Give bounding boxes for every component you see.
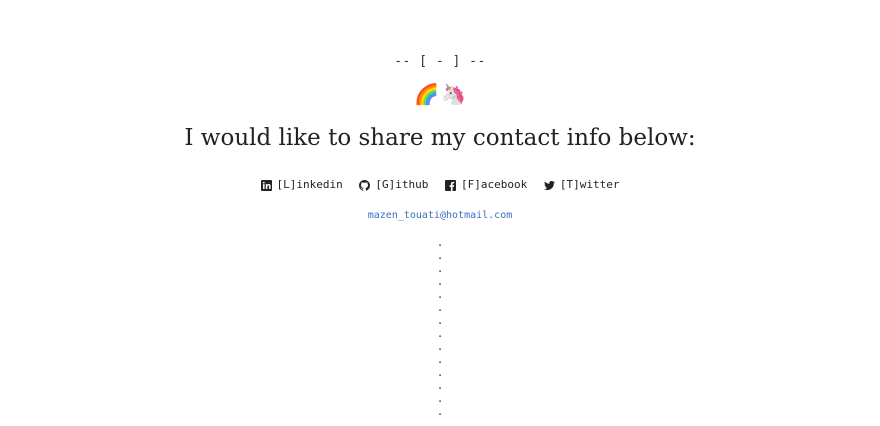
divider-dot: . bbox=[436, 288, 444, 301]
divider-dot: . bbox=[436, 340, 444, 353]
divider-dot: . bbox=[436, 301, 444, 314]
page-headline: I would like to share my contact info be… bbox=[184, 125, 696, 151]
divider-dot: . bbox=[436, 249, 444, 262]
divider-dot: . bbox=[436, 366, 444, 379]
divider-dot: . bbox=[436, 405, 444, 418]
email-link[interactable]: mazen_touati@hotmail.com bbox=[368, 210, 513, 221]
contact-page: -- [ - ] -- 🌈 🦄 I would like to share my … bbox=[0, 0, 880, 426]
linkedin-link[interactable]: [L]inkedin bbox=[260, 176, 343, 194]
facebook-icon bbox=[445, 179, 456, 191]
linkedin-icon bbox=[260, 179, 272, 191]
github-label: [G]ithub bbox=[375, 178, 429, 191]
email-row: mazen_touati@hotmail.com bbox=[0, 208, 880, 224]
facebook-label: [F]acebook bbox=[461, 178, 528, 191]
twitter-label: [T]witter bbox=[559, 178, 620, 191]
divider-dot: . bbox=[436, 262, 444, 275]
divider-dot: . bbox=[436, 327, 444, 340]
divider-dot: . bbox=[436, 379, 444, 392]
page-marker: -- [ - ] -- bbox=[394, 54, 486, 69]
facebook-link[interactable]: [F]acebook bbox=[445, 176, 527, 194]
divider-dot: . bbox=[436, 314, 444, 327]
linkedin-label: [L]inkedin bbox=[276, 178, 343, 191]
divider-dot: . bbox=[436, 392, 444, 405]
unicorn-emoji: 🦄 bbox=[441, 84, 466, 106]
divider-dot: . bbox=[436, 353, 444, 366]
divider-dot: . bbox=[436, 236, 444, 249]
divider-dot: . bbox=[436, 275, 444, 288]
social-links: [L]inkedin [G]ithub [F]acebook [T]witter bbox=[0, 176, 880, 197]
github-icon bbox=[359, 179, 371, 191]
twitter-icon bbox=[543, 180, 555, 191]
rainbow-emoji: 🌈 bbox=[414, 84, 439, 106]
github-link[interactable]: [G]ithub bbox=[359, 176, 428, 194]
emoji-row: 🌈 🦄 bbox=[0, 82, 880, 108]
twitter-link[interactable]: [T]witter bbox=[543, 176, 620, 194]
dotted-divider: . . . . . . . . . . . . . . bbox=[0, 236, 880, 418]
